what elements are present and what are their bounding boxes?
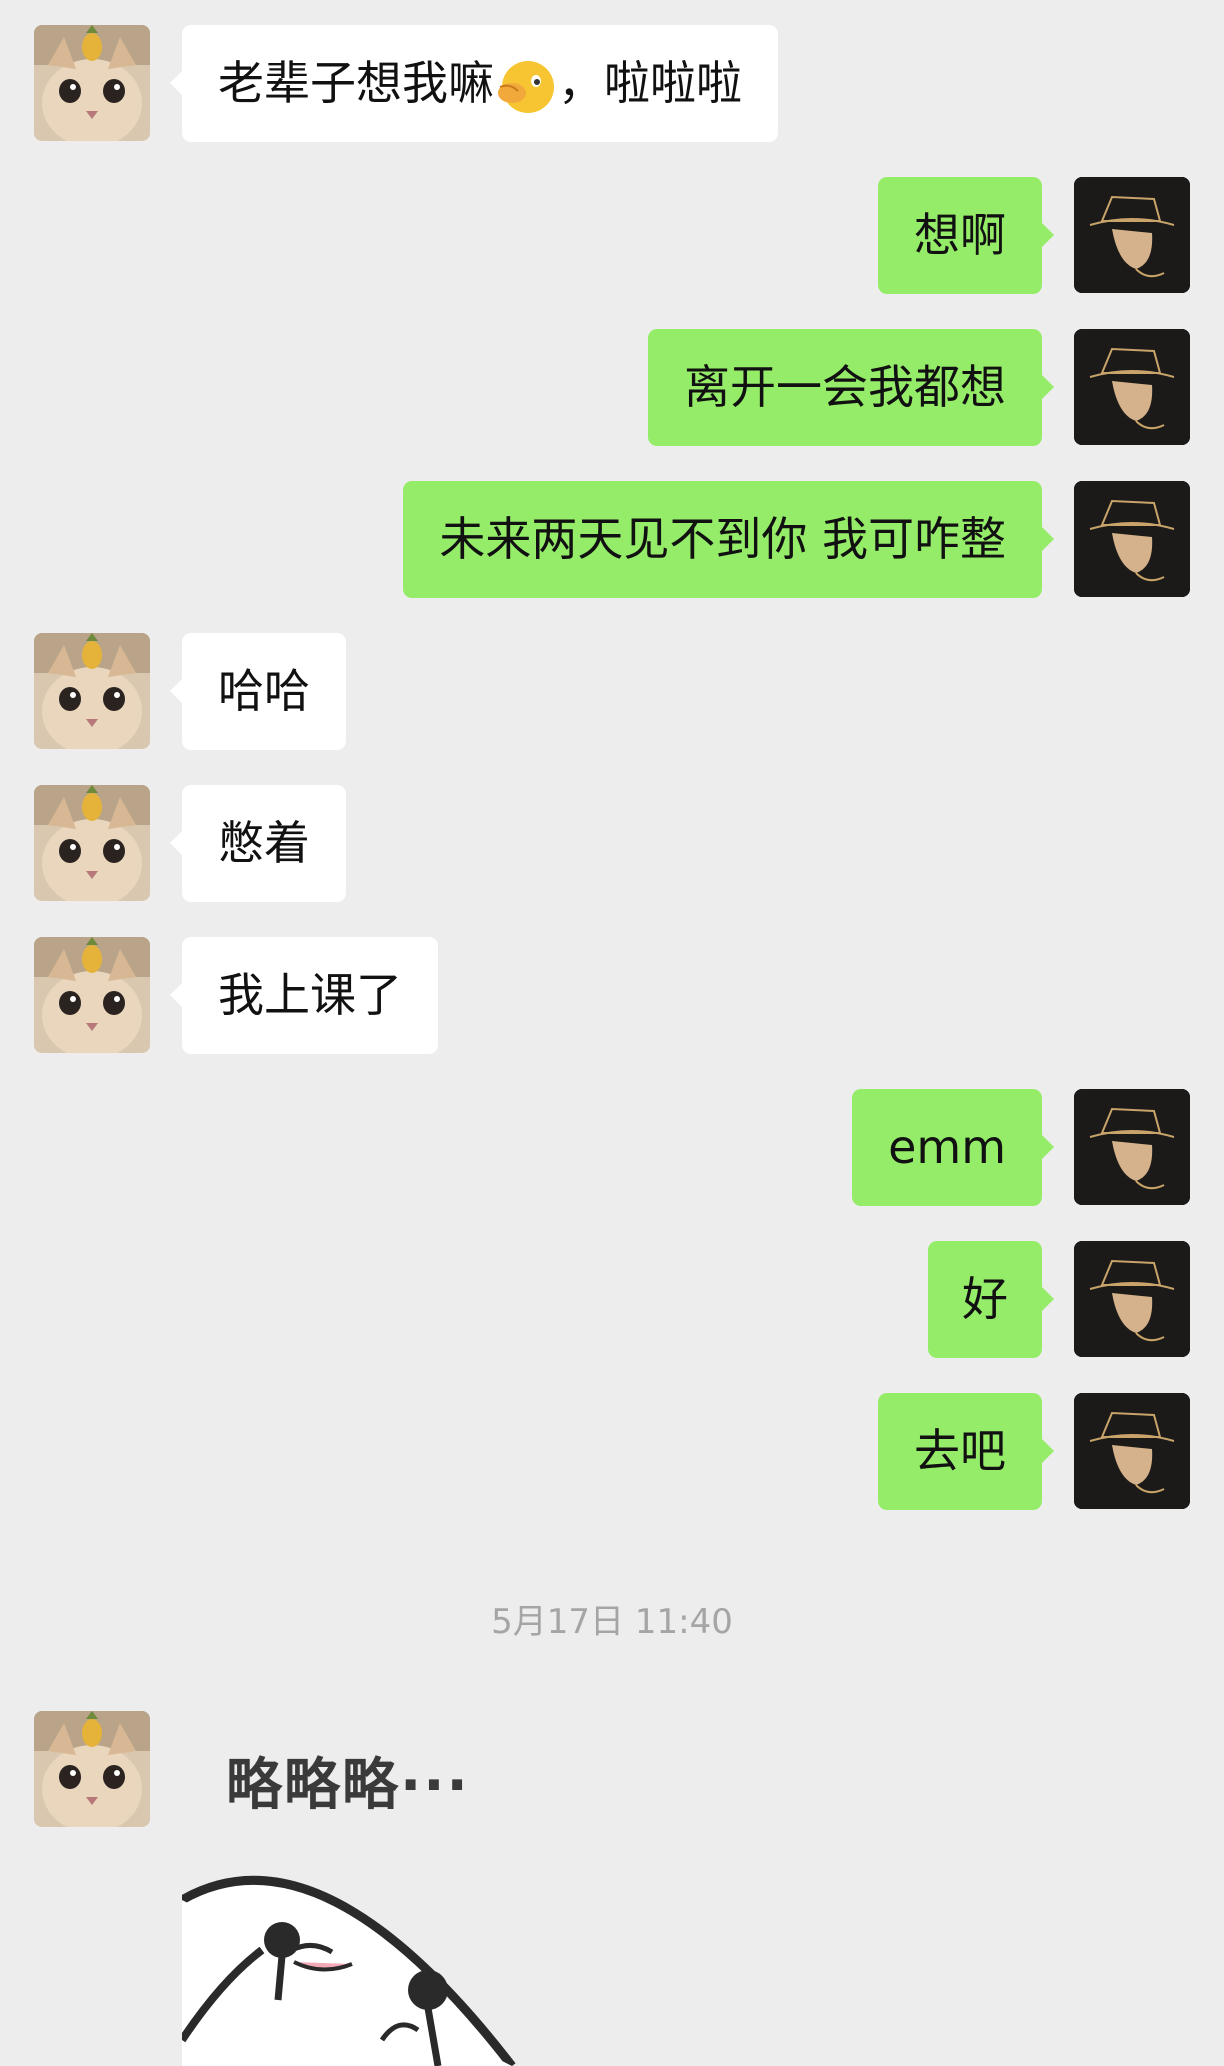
message-bubble-incoming[interactable]: 老辈子想我嘛 ，啦啦啦 xyxy=(170,25,778,142)
message-bubble-outgoing[interactable]: 想啊 xyxy=(878,177,1054,294)
message-text: 离开一会我都想 xyxy=(684,360,1006,414)
contact-avatar[interactable] xyxy=(34,25,150,141)
self-avatar[interactable] xyxy=(1074,1089,1190,1205)
message-bubble-outgoing[interactable]: 去吧 xyxy=(878,1393,1054,1510)
message-bubble-incoming[interactable]: 哈哈 xyxy=(170,633,346,750)
message-text: 我上课了 xyxy=(218,968,402,1022)
sticker-message[interactable]: 略略略··· xyxy=(182,1740,542,2066)
message-text: 去吧 xyxy=(914,1424,1006,1478)
self-avatar[interactable] xyxy=(1074,177,1190,293)
message-bubble-outgoing[interactable]: 好 xyxy=(928,1241,1054,1358)
message-text: 老辈子想我嘛 xyxy=(218,56,494,110)
message-bubble-incoming[interactable]: 憋着 xyxy=(170,785,346,902)
message-text: 好 xyxy=(962,1272,1008,1326)
message-text: 憋着 xyxy=(218,816,310,870)
message-bubble-outgoing[interactable]: 离开一会我都想 xyxy=(648,329,1054,446)
chat-view: 老辈子想我嘛 ，啦啦啦 想啊 离开一会我都想 未来两天见不到你 我可咋整 哈哈 憋… xyxy=(0,0,1224,2066)
message-text: 未来两天见不到你 我可咋整 xyxy=(439,512,1006,566)
hand-over-mouth-emoji xyxy=(498,60,554,113)
contact-avatar[interactable] xyxy=(34,785,150,901)
message-bubble-outgoing[interactable]: 未来两天见不到你 我可咋整 xyxy=(403,481,1054,598)
self-avatar[interactable] xyxy=(1074,481,1190,597)
self-avatar[interactable] xyxy=(1074,329,1190,445)
message-text: 想啊 xyxy=(914,208,1006,262)
contact-avatar[interactable] xyxy=(34,633,150,749)
message-bubble-outgoing[interactable]: emm xyxy=(852,1089,1054,1206)
message-text: 哈哈 xyxy=(218,664,310,718)
message-text: emm xyxy=(888,1120,1006,1174)
message-text-suffix: ，啦啦啦 xyxy=(558,56,742,110)
contact-avatar[interactable] xyxy=(34,1711,150,1827)
message-bubble-incoming[interactable]: 我上课了 xyxy=(170,937,438,1054)
self-avatar[interactable] xyxy=(1074,1393,1190,1509)
contact-avatar[interactable] xyxy=(34,937,150,1053)
laughing-face-sticker-icon xyxy=(182,1875,516,2066)
sticker-text: 略略略··· xyxy=(226,1753,470,1818)
self-avatar[interactable] xyxy=(1074,1241,1190,1357)
timestamp: 5月17日 11:40 xyxy=(491,1602,733,1642)
